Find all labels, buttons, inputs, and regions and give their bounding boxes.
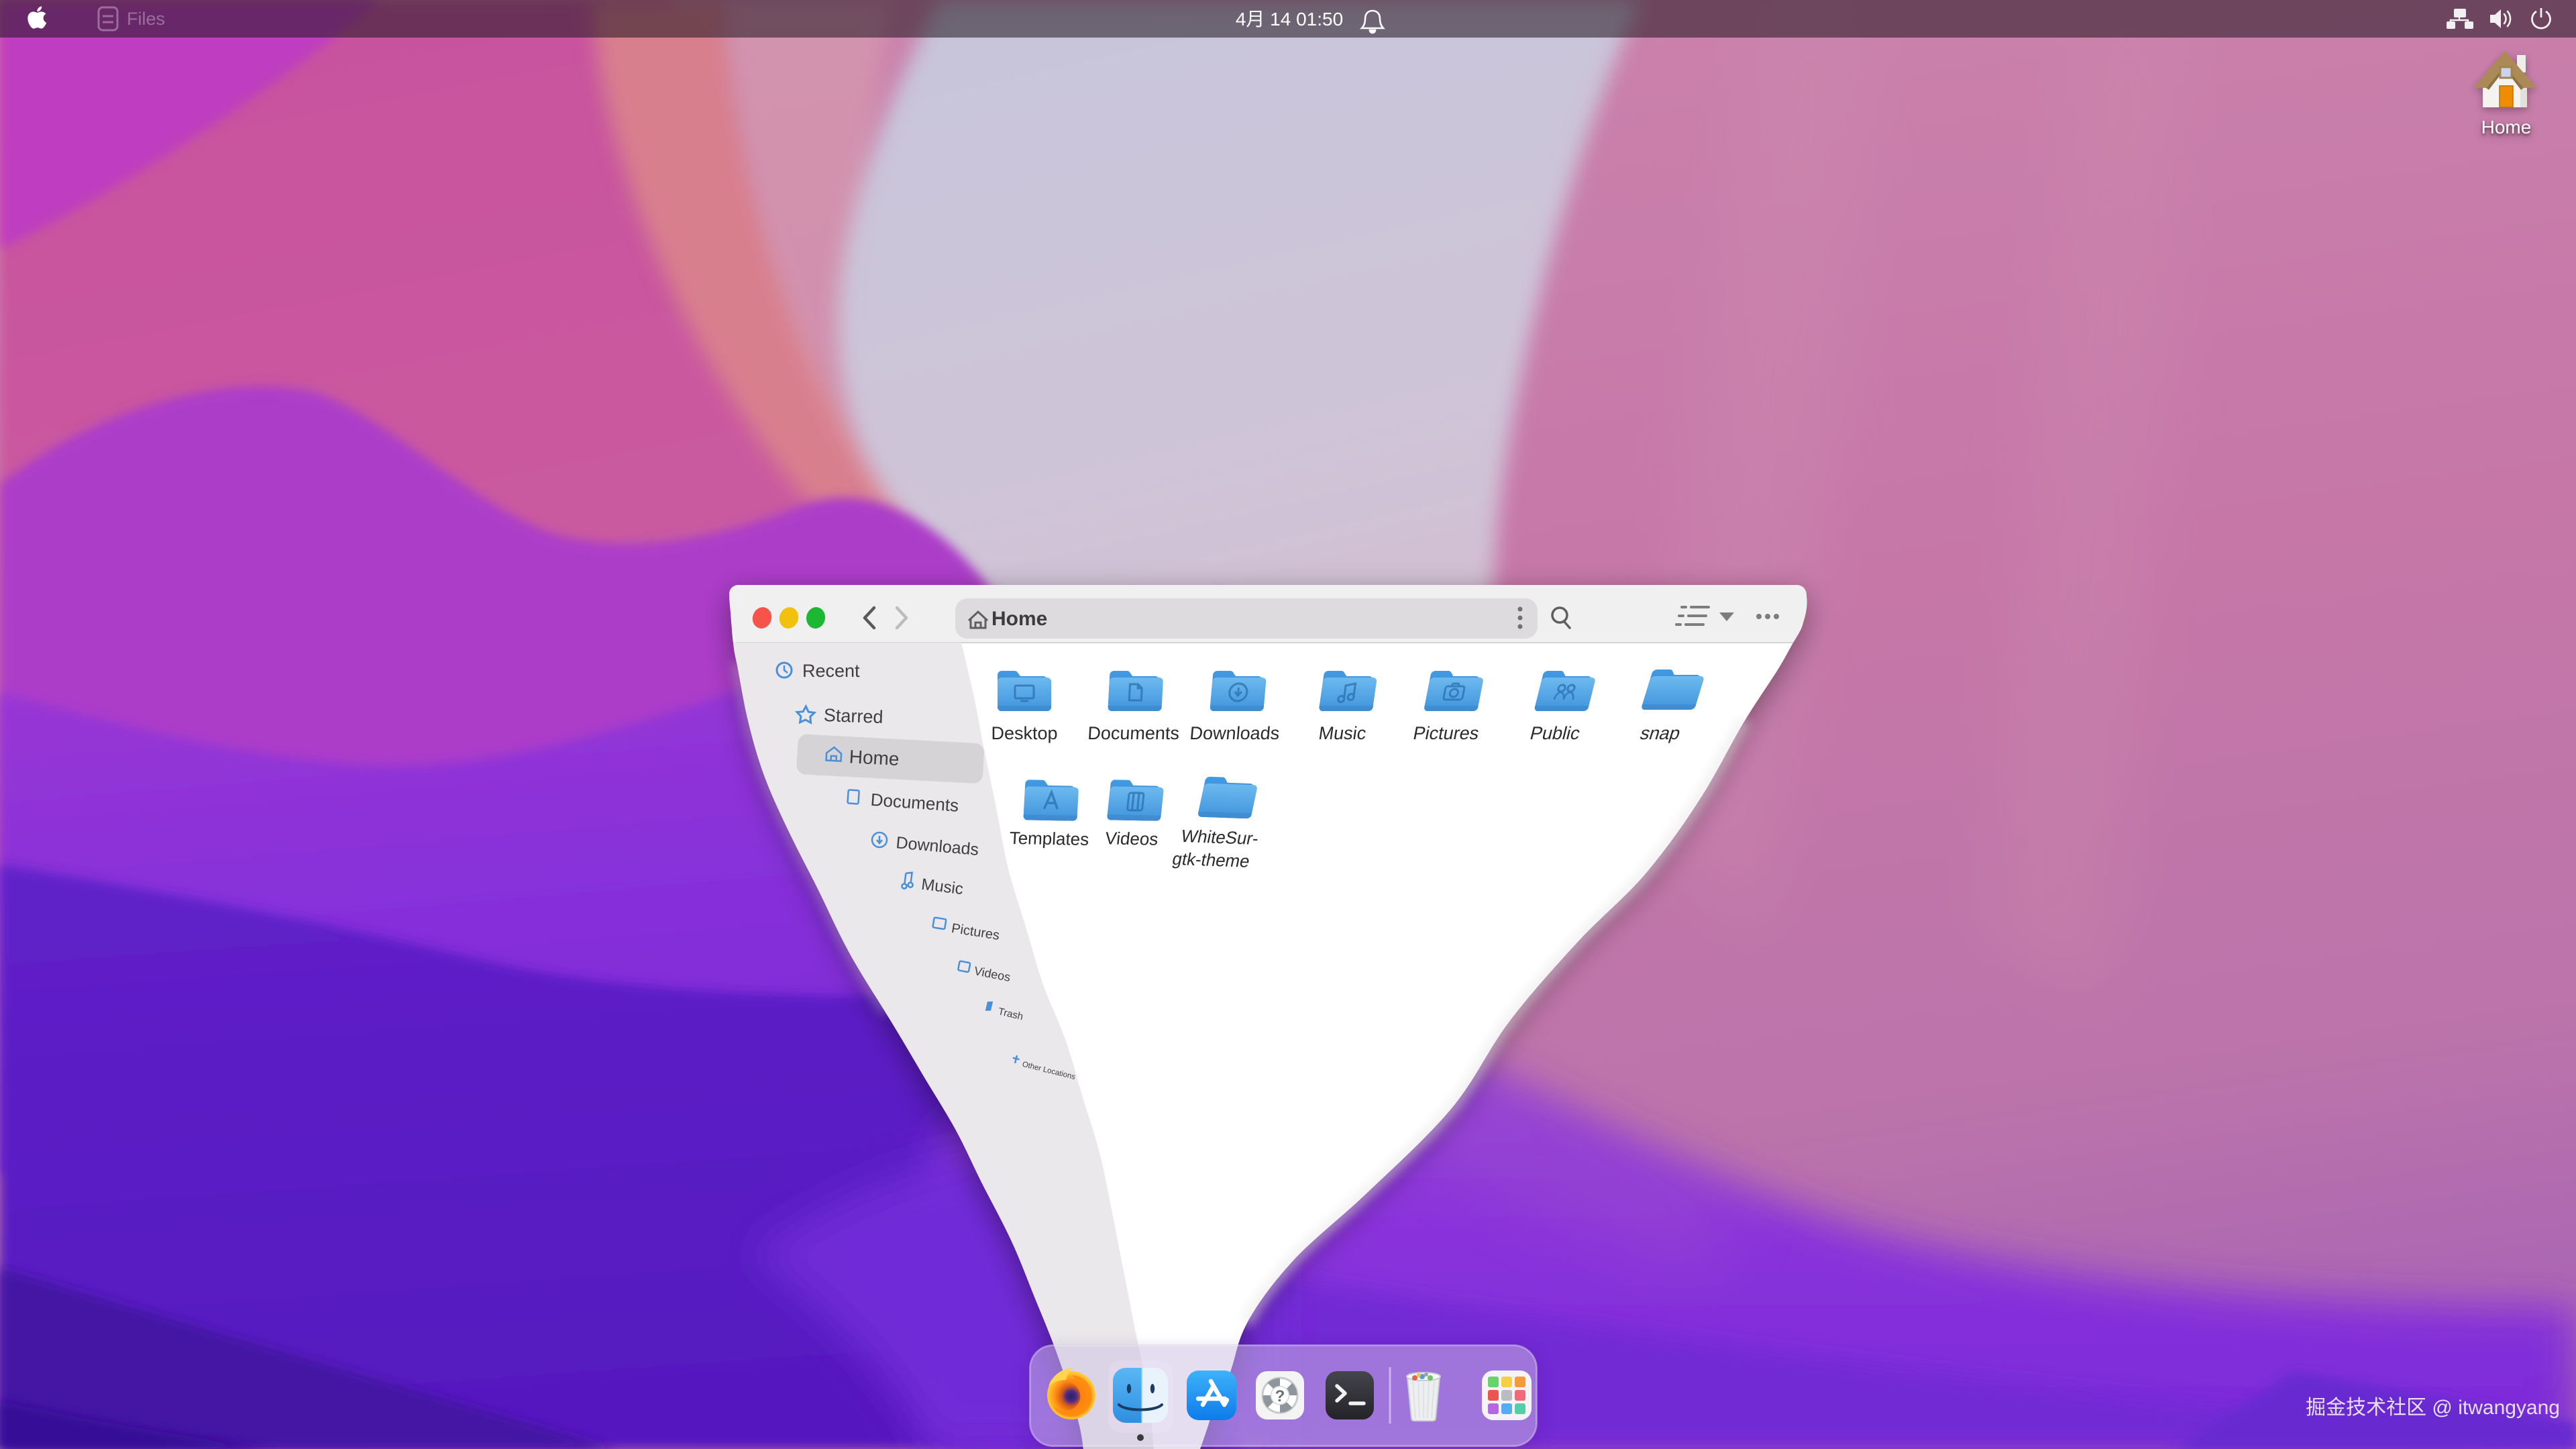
svg-text:Public: Public [1528,722,1582,743]
svg-text:Templates: Templates [1009,828,1089,849]
svg-text:Downloads: Downloads [1189,723,1280,743]
svg-text:Home: Home [991,608,1047,630]
svg-text:Desktop: Desktop [991,723,1057,743]
svg-text:掘金技术社区 @ itwangyang: 掘金技术社区 @ itwangyang [2306,1397,2560,1419]
svg-text:Documents: Documents [1087,723,1180,743]
svg-text:Videos: Videos [1104,828,1159,849]
svg-text:Files: Files [127,9,165,29]
svg-text:Starred: Starred [823,705,883,727]
svg-text:Recent: Recent [802,661,860,681]
svg-text:Home: Home [2481,117,2532,138]
svg-text:WhiteSur-: WhiteSur- [1179,826,1260,849]
svg-text:?: ? [1275,1387,1285,1405]
svg-text:gtk-theme: gtk-theme [1171,849,1252,871]
svg-text:Pictures: Pictures [1411,722,1481,743]
svg-text:4月 14 01:50: 4月 14 01:50 [1236,9,1343,30]
svg-text:Music: Music [1318,722,1368,743]
svg-text:snap: snap [1638,723,1683,743]
svg-text:Home: Home [849,746,900,769]
